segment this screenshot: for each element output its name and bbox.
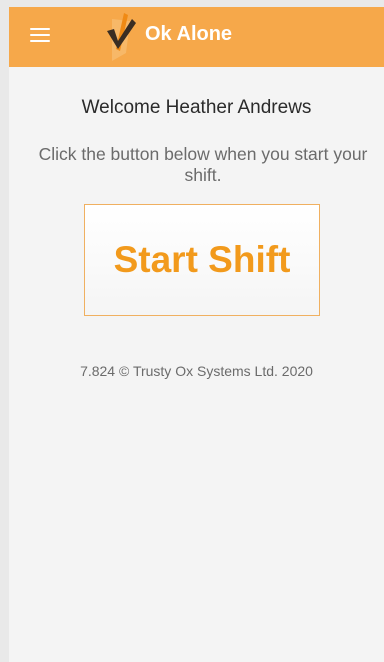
hamburger-menu-icon[interactable] (30, 27, 50, 43)
shift-instructions: Click the button below when you start yo… (38, 144, 368, 185)
version-footer: 7.824 © Trusty Ox Systems Ltd. 2020 (80, 363, 313, 379)
start-shift-button[interactable]: Start Shift (84, 204, 320, 316)
app-screen: Ok Alone Welcome Heather Andrews Click t… (9, 7, 384, 662)
app-header: Ok Alone (9, 7, 384, 67)
app-title: Ok Alone (145, 23, 233, 45)
ok-alone-logo-icon (107, 13, 136, 61)
welcome-message: Welcome Heather Andrews (81, 97, 312, 118)
start-shift-label: Start Shift (113, 239, 291, 280)
